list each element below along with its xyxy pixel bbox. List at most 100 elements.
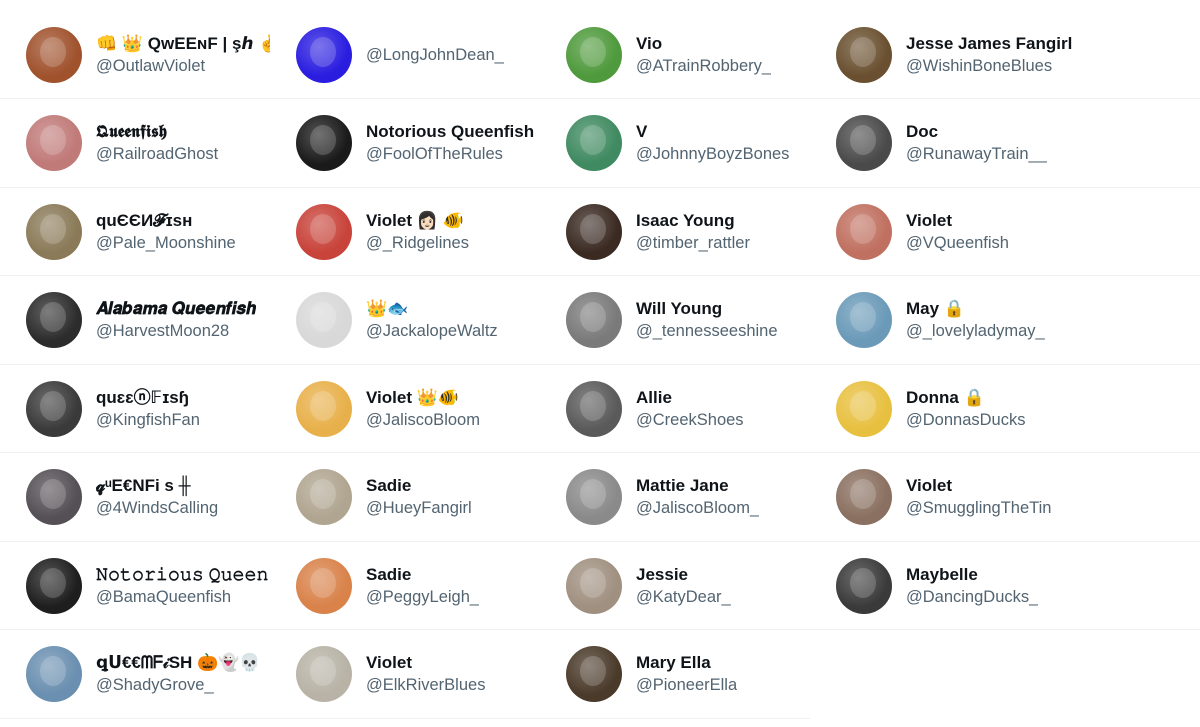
- display-name[interactable]: 👊 👑 QᴡEEɴF | şℎ 🤞: [96, 33, 270, 55]
- user-card[interactable]: Mattie Jane @JaliscoBloom_: [540, 454, 810, 542]
- user-handle[interactable]: @_tennesseeshine: [636, 320, 778, 342]
- user-handle[interactable]: @PioneerElla: [636, 674, 737, 696]
- display-name[interactable]: 𝕼𝖚𝖊𝖊𝖓𝖋𝖎𝖘𝖍: [96, 121, 218, 143]
- display-name[interactable]: Doc: [906, 121, 1047, 143]
- user-handle[interactable]: @_lovelyladymay_: [906, 320, 1045, 342]
- avatar[interactable]: [296, 203, 352, 260]
- user-card[interactable]: Isaac Young @timber_rattler: [540, 188, 810, 276]
- user-handle[interactable]: @DonnasDucks: [906, 409, 1025, 431]
- avatar[interactable]: [836, 469, 892, 525]
- user-handle[interactable]: @CreekShoes: [636, 409, 744, 431]
- user-handle[interactable]: @LongJohnDean_: [366, 44, 504, 66]
- user-handle[interactable]: @_Ridgelines: [366, 232, 469, 254]
- user-card[interactable]: 👊 👑 QᴡEEɴF | şℎ 🤞 @OutlawViolet: [0, 11, 270, 99]
- display-name[interactable]: Notorious Queenfish: [366, 121, 534, 143]
- user-handle[interactable]: @4WindsCalling: [96, 497, 218, 519]
- user-card[interactable]: Mary Ella @PioneerElla: [540, 631, 810, 719]
- avatar[interactable]: [836, 292, 892, 348]
- avatar[interactable]: [566, 203, 622, 260]
- avatar[interactable]: [836, 203, 892, 260]
- user-card[interactable]: Violet 👩🏻 🐠 @_Ridgelines: [270, 188, 540, 276]
- user-card[interactable]: 𝕼𝖚𝖊𝖊𝖓𝖋𝖎𝖘𝖍 @RailroadGhost: [0, 100, 270, 188]
- avatar[interactable]: [836, 557, 892, 614]
- avatar[interactable]: [26, 646, 82, 702]
- avatar[interactable]: [296, 557, 352, 614]
- user-card[interactable]: May 🔒 @_lovelyladymay_: [810, 277, 1200, 365]
- display-name[interactable]: 👑🐟: [366, 298, 498, 320]
- display-name[interactable]: Mattie Jane: [636, 475, 759, 497]
- display-name[interactable]: Vio: [636, 33, 771, 55]
- user-card[interactable]: Notorious Queenfish @FoolOfTheRules: [270, 100, 540, 188]
- avatar[interactable]: [296, 646, 352, 702]
- avatar[interactable]: [566, 115, 622, 171]
- user-card[interactable]: Jesse James Fangirl @WishinBoneBlues: [810, 11, 1200, 99]
- user-card[interactable]: 𝙽𝚘𝚝𝚘𝚛𝚒𝚘𝚞𝚜 𝚀𝚞𝚎𝚎𝚗𝚏𝚒𝚜𝚑@BamaQueenfish: [0, 542, 270, 630]
- display-name[interactable]: 𝙽𝚘𝚝𝚘𝚛𝚒𝚘𝚞𝚜 𝚀𝚞𝚎𝚎𝚗𝚏𝚒𝚜𝚑: [96, 564, 270, 586]
- display-name[interactable]: Jessie: [636, 564, 731, 586]
- user-handle[interactable]: @JohnnyBoyzBones: [636, 143, 789, 165]
- user-handle[interactable]: @ATrainRobbery_: [636, 55, 771, 77]
- avatar[interactable]: [566, 292, 622, 348]
- user-handle[interactable]: @timber_rattler: [636, 232, 750, 254]
- user-card[interactable]: Sadie @PeggyLeigh_: [270, 542, 540, 630]
- avatar[interactable]: [836, 26, 892, 83]
- display-name[interactable]: Violet 👑🐠: [366, 387, 480, 409]
- user-card[interactable]: Violet @ElkRiverBlues: [270, 631, 540, 719]
- avatar[interactable]: [26, 469, 82, 525]
- avatar[interactable]: [26, 380, 82, 437]
- avatar[interactable]: [296, 26, 352, 83]
- user-card[interactable]: 𝑨𝒍𝒂𝒃𝒂𝒎𝒂 𝑸𝒖𝒆𝒆𝒏𝒇𝒊𝒔𝒉 @HarvestMoon28: [0, 277, 270, 365]
- user-handle[interactable]: @JaliscoBloom_: [636, 497, 759, 519]
- display-name[interactable]: Maybelle: [906, 564, 1038, 586]
- user-handle[interactable]: @Pale_Moonshine: [96, 232, 236, 254]
- user-card[interactable]: @LongJohnDean_: [270, 11, 540, 99]
- avatar[interactable]: [296, 292, 352, 348]
- user-card[interactable]: Will Young @_tennesseeshine: [540, 277, 810, 365]
- user-handle[interactable]: @RailroadGhost: [96, 143, 218, 165]
- display-name[interactable]: 𝓺ᵘE€NFi s ╫: [96, 475, 218, 497]
- avatar[interactable]: [26, 26, 82, 83]
- display-name[interactable]: V: [636, 121, 789, 143]
- user-card[interactable]: Doc @RunawayTrain__: [810, 100, 1200, 188]
- avatar[interactable]: [296, 469, 352, 525]
- user-card[interactable]: 👑🐟 @JackalopeWaltz: [270, 277, 540, 365]
- avatar[interactable]: [566, 557, 622, 614]
- user-card[interactable]: Violet @VQueenfish: [810, 188, 1200, 276]
- user-handle[interactable]: @RunawayTrain__: [906, 143, 1047, 165]
- user-handle[interactable]: @DancingDucks_: [906, 586, 1038, 608]
- display-name[interactable]: Donna 🔒: [906, 387, 1025, 409]
- avatar[interactable]: [836, 380, 892, 437]
- user-handle[interactable]: @JackalopeWaltz: [366, 320, 498, 342]
- user-handle[interactable]: @KingfishFan: [96, 409, 200, 431]
- display-name[interactable]: Will Young: [636, 298, 778, 320]
- user-handle[interactable]: @ShadyGrove_: [96, 674, 261, 696]
- display-name[interactable]: Allie: [636, 387, 744, 409]
- user-card[interactable]: ꝗᑌ€€ᗰᖴ𝒾SH 🎃👻💀 @ShadyGrove_: [0, 631, 270, 719]
- display-name[interactable]: Violet: [906, 210, 1009, 232]
- avatar[interactable]: [566, 380, 622, 437]
- user-card[interactable]: Allie @CreekShoes: [540, 365, 810, 453]
- user-card[interactable]: Violet @SmugglingTheTin: [810, 454, 1200, 542]
- user-card[interactable]: Sadie @HueyFangirl: [270, 454, 540, 542]
- avatar[interactable]: [296, 380, 352, 437]
- user-card[interactable]: Jessie @KatyDear_: [540, 542, 810, 630]
- user-handle[interactable]: @PeggyLeigh_: [366, 586, 479, 608]
- user-handle[interactable]: @WishinBoneBlues: [906, 55, 1072, 77]
- avatar[interactable]: [566, 469, 622, 525]
- display-name[interactable]: Sadie: [366, 564, 479, 586]
- user-handle[interactable]: @HueyFangirl: [366, 497, 472, 519]
- user-handle[interactable]: @JaliscoBloom: [366, 409, 480, 431]
- display-name[interactable]: Violet 👩🏻 🐠: [366, 210, 469, 232]
- user-handle[interactable]: @KatyDear_: [636, 586, 731, 608]
- display-name[interactable]: Jesse James Fangirl: [906, 33, 1072, 55]
- user-card[interactable]: quЄЄИ𝓕ɪsʜ @Pale_Moonshine: [0, 188, 270, 276]
- avatar[interactable]: [566, 646, 622, 702]
- user-card[interactable]: Maybelle @DancingDucks_: [810, 542, 1200, 630]
- display-name[interactable]: 𝑨𝒍𝒂𝒃𝒂𝒎𝒂 𝑸𝒖𝒆𝒆𝒏𝒇𝒊𝒔𝒉: [96, 298, 256, 320]
- avatar[interactable]: [26, 292, 82, 348]
- user-card[interactable]: Vio @ATrainRobbery_: [540, 11, 810, 99]
- user-card[interactable]: V @JohnnyBoyzBones: [540, 100, 810, 188]
- avatar[interactable]: [26, 557, 82, 614]
- avatar[interactable]: [566, 26, 622, 83]
- display-name[interactable]: May 🔒: [906, 298, 1045, 320]
